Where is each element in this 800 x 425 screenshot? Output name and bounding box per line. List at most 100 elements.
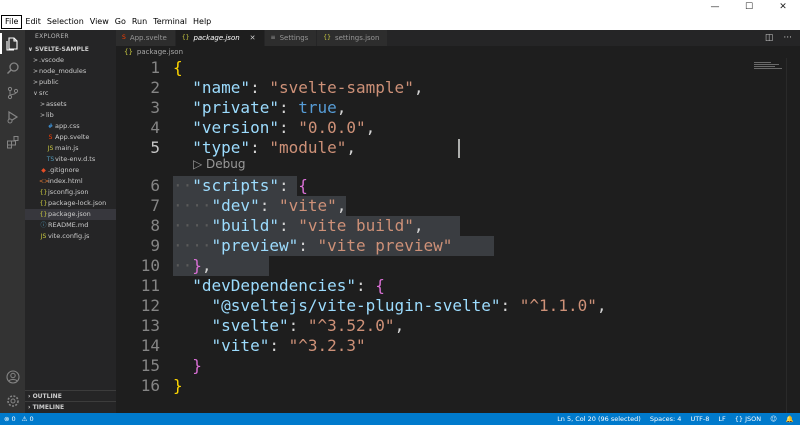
code-token: "module"	[269, 138, 347, 157]
file-tree-item[interactable]: {} jsconfig.json	[25, 187, 116, 198]
line-number: 15	[140, 356, 160, 375]
code-editor[interactable]: 1{2 "name": "svelte-sample", 3 "private":…	[116, 58, 800, 413]
outline-label: OUTLINE	[32, 393, 62, 400]
code-token: "dev"	[211, 196, 260, 215]
file-tree-item[interactable]: ◆ .gitignore	[25, 165, 116, 176]
maximize-button[interactable]: ☐	[732, 0, 766, 15]
code-text: ····"dev": "vite",	[173, 196, 346, 216]
encoding[interactable]: UTF-8	[690, 413, 709, 425]
close-icon[interactable]: ✕	[250, 30, 256, 46]
tab-settings-json[interactable]: {} settings.json	[317, 30, 389, 46]
run-debug-icon[interactable]	[4, 108, 21, 125]
code-token: ··	[173, 256, 193, 275]
minimize-button[interactable]: —	[698, 0, 732, 15]
tab-settings[interactable]: ≡ Settings	[264, 30, 318, 46]
search-icon[interactable]	[4, 59, 21, 76]
editor-actions: ◫ ···	[765, 30, 792, 46]
breadcrumb: {} package.json	[116, 46, 183, 58]
file-tree-item[interactable]: > lib	[25, 110, 116, 121]
file-tree-item[interactable]: JS vite.config.js	[25, 231, 116, 242]
indentation[interactable]: Spaces: 4	[650, 413, 682, 425]
menu-terminal[interactable]: Terminal	[150, 16, 190, 28]
code-text: "devDependencies": {	[173, 276, 385, 296]
file-tree-item[interactable]: {} package.json	[25, 209, 116, 220]
code-token: "vite preview"	[317, 236, 453, 255]
file-tree-label: vite-env.d.ts	[55, 155, 96, 163]
breadcrumb-item[interactable]: package.json	[137, 46, 183, 58]
file-tree-item[interactable]: # app.css	[25, 121, 116, 132]
menu-selection[interactable]: Selection	[44, 16, 87, 28]
feedback-icon[interactable]: ☺	[770, 413, 777, 425]
workspace-folder[interactable]: ∨ SVELTE-SAMPLE	[25, 44, 116, 55]
chevron-right-icon: >	[39, 112, 46, 119]
ts-file-icon: TS	[46, 156, 55, 163]
menu-edit[interactable]: Edit	[22, 16, 44, 28]
line-number: 8	[150, 216, 160, 235]
code-line: 13 "svelte": "^3.52.0",	[116, 316, 756, 336]
manage-icon[interactable]	[4, 392, 21, 409]
menu-help[interactable]: Help	[190, 16, 214, 28]
line-number: 2	[150, 78, 160, 97]
code-token: :	[356, 276, 376, 295]
minimap[interactable]	[754, 62, 782, 72]
language-mode[interactable]: {} JSON	[735, 413, 761, 425]
timeline-section[interactable]: › TIMELINE	[25, 401, 116, 412]
file-tree-item[interactable]: {} package-lock.json	[25, 198, 116, 209]
outline-section[interactable]: › OUTLINE	[25, 390, 116, 401]
line-number: 16	[140, 376, 160, 395]
file-tree-item[interactable]: JS main.js	[25, 143, 116, 154]
notifications-bell-icon[interactable]: 🔔	[786, 413, 794, 425]
tab-app-svelte[interactable]: S App.svelte	[116, 30, 176, 46]
errors-indicator[interactable]: ⊗ 0	[4, 413, 16, 425]
file-tree-item[interactable]: S App.svelte	[25, 132, 116, 143]
warnings-indicator[interactable]: ⚠ 0	[22, 413, 34, 425]
menu-run[interactable]: Run	[129, 16, 150, 28]
file-tree-item[interactable]: > node_modules	[25, 66, 116, 77]
code-token: :	[259, 196, 279, 215]
more-actions-icon[interactable]: ···	[783, 33, 792, 43]
code-token: }	[192, 256, 202, 275]
end-of-line[interactable]: LF	[718, 413, 725, 425]
chevron-down-icon: ∨	[33, 90, 38, 97]
file-tree-item[interactable]: > assets	[25, 99, 116, 110]
tab-package-json[interactable]: {} package.json ✕	[175, 30, 265, 46]
split-editor-icon[interactable]: ◫	[765, 33, 774, 43]
vertical-scrollbar[interactable]	[786, 58, 800, 413]
file-tree-item[interactable]: ⓘ README.md	[25, 220, 116, 231]
code-token: ····	[173, 216, 212, 235]
cursor-position[interactable]: Ln 5, Col 20 (96 selected)	[557, 413, 641, 425]
js-file-icon: JS	[40, 233, 47, 240]
file-tree-item[interactable]: ∨ src	[25, 88, 116, 99]
file-tree-label: node_modules	[39, 67, 87, 75]
chevron-down-icon: ∨	[28, 46, 35, 53]
json-file-icon: {}	[39, 189, 48, 196]
code-token: "devDependencies"	[192, 276, 357, 295]
code-token: {	[173, 58, 183, 77]
code-token: "private"	[192, 98, 279, 117]
chevron-right-icon: >	[32, 68, 39, 75]
line-number: 13	[140, 316, 160, 335]
code-token: ,	[596, 296, 607, 315]
file-tree-item[interactable]: > public	[25, 77, 116, 88]
files-icon[interactable]	[0, 33, 21, 54]
menu-view[interactable]: View	[87, 16, 112, 28]
menu-go[interactable]: Go	[112, 16, 129, 28]
code-text: "svelte": "^3.52.0",	[173, 316, 405, 336]
code-line: 10 ··},	[116, 256, 756, 276]
code-token: "^1.1.0"	[519, 296, 597, 315]
close-window-button[interactable]: ✕	[766, 0, 800, 15]
file-tree-item[interactable]: > .vscode	[25, 55, 116, 66]
code-token: "svelte"	[211, 316, 289, 335]
file-tree-item[interactable]: TS vite-env.d.ts	[25, 154, 116, 165]
account-icon[interactable]	[4, 368, 21, 385]
file-tree-item[interactable]: <> index.html	[25, 176, 116, 187]
extensions-icon[interactable]	[4, 133, 21, 150]
code-token: "vite"	[211, 336, 270, 355]
source-control-icon[interactable]	[4, 84, 21, 101]
debug-codelens[interactable]: ▷ Debug	[193, 157, 246, 171]
menu-file[interactable]: File	[1, 15, 23, 29]
